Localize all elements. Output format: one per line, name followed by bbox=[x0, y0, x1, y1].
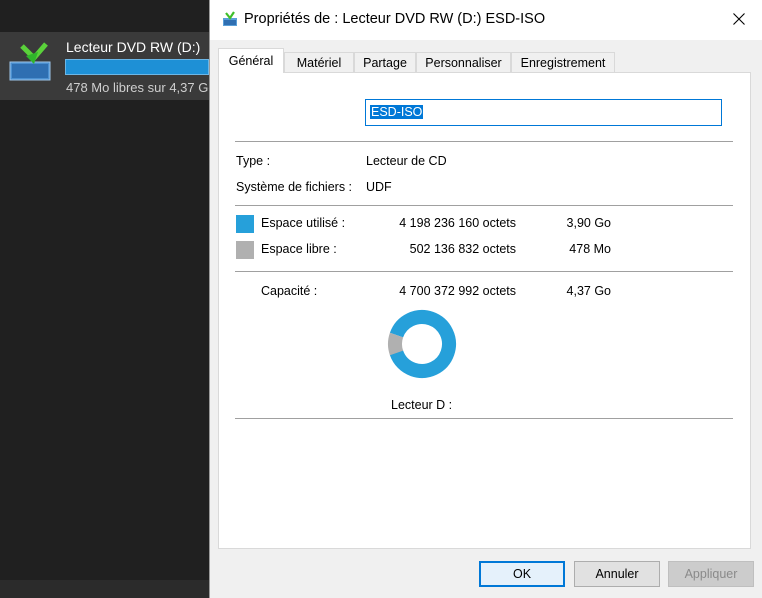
volume-name-selected-text: ESD-ISO bbox=[370, 105, 424, 119]
dvd-drive-title-icon bbox=[223, 11, 237, 26]
ok-button[interactable]: OK bbox=[479, 561, 565, 587]
drive-letter-label: Lecteur D : bbox=[391, 398, 453, 412]
used-space-swatch bbox=[236, 215, 254, 233]
apply-button[interactable]: Appliquer bbox=[668, 561, 754, 587]
disk-usage-donut-chart bbox=[388, 310, 456, 378]
separator bbox=[235, 418, 733, 419]
explorer-drive-item[interactable]: Lecteur DVD RW (D:) 478 Mo libres sur 4,… bbox=[0, 32, 216, 100]
tab-general[interactable]: Général bbox=[218, 48, 284, 73]
tab-customize[interactable]: Personnaliser bbox=[416, 52, 511, 72]
dvd-drive-icon bbox=[231, 112, 267, 130]
general-tab-panel: ESD-ISO Type : Lecteur de CD Système de … bbox=[218, 72, 751, 549]
close-icon bbox=[733, 13, 745, 25]
used-space-size: 3,90 Go bbox=[566, 216, 611, 230]
tab-hardware[interactable]: Matériel bbox=[284, 52, 354, 72]
filesystem-value: UDF bbox=[366, 180, 392, 194]
free-space-label: Espace libre : bbox=[261, 242, 337, 256]
dialog-titlebar[interactable]: Propriétés de : Lecteur DVD RW (D:) ESD-… bbox=[210, 0, 762, 40]
properties-dialog: Propriétés de : Lecteur DVD RW (D:) ESD-… bbox=[209, 0, 762, 598]
free-space-bytes: 502 136 832 octets bbox=[409, 242, 516, 256]
separator bbox=[235, 205, 733, 206]
capacity-bytes: 4 700 372 992 octets bbox=[399, 284, 516, 298]
dvd-drive-icon bbox=[9, 42, 51, 81]
used-space-bytes: 4 198 236 160 octets bbox=[399, 216, 516, 230]
close-button[interactable] bbox=[716, 0, 762, 38]
explorer-drive-free-text: 478 Mo libres sur 4,37 Go bbox=[66, 80, 216, 95]
explorer-status-strip bbox=[0, 580, 209, 598]
separator bbox=[235, 141, 733, 142]
dialog-title: Propriétés de : Lecteur DVD RW (D:) ESD-… bbox=[244, 11, 546, 27]
type-label: Type : bbox=[236, 154, 271, 168]
capacity-size: 4,37 Go bbox=[566, 284, 611, 298]
tab-recording[interactable]: Enregistrement bbox=[511, 52, 615, 72]
used-space-label: Espace utilisé : bbox=[261, 216, 346, 230]
tab-sharing[interactable]: Partage bbox=[354, 52, 416, 72]
explorer-drive-name: Lecteur DVD RW (D:) bbox=[66, 39, 201, 55]
cancel-button[interactable]: Annuler bbox=[574, 561, 660, 587]
volume-name-input[interactable]: ESD-ISO bbox=[365, 99, 722, 126]
separator bbox=[235, 271, 733, 272]
capacity-label: Capacité : bbox=[261, 284, 318, 298]
free-space-size: 478 Mo bbox=[569, 242, 611, 256]
explorer-drive-usage-bar bbox=[65, 59, 209, 75]
filesystem-label: Système de fichiers : bbox=[236, 180, 353, 194]
type-value: Lecteur de CD bbox=[366, 154, 447, 168]
free-space-swatch bbox=[236, 241, 254, 259]
